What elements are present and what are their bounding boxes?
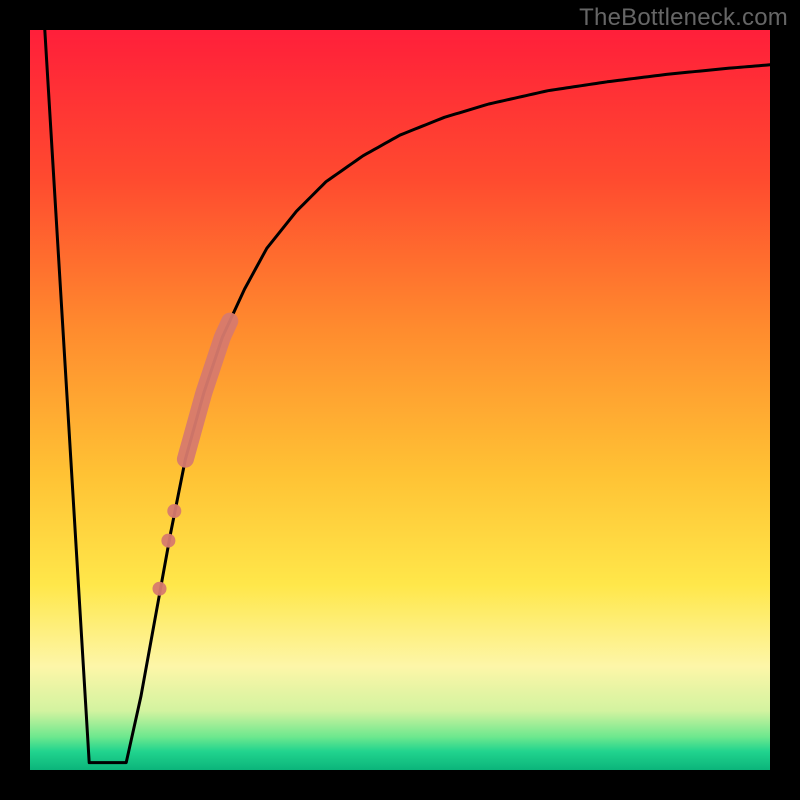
sparse-dot — [153, 582, 167, 596]
watermark-text: TheBottleneck.com — [579, 4, 788, 32]
sparse-dot — [161, 534, 175, 548]
heat-gradient-area — [30, 30, 770, 770]
chart-frame: TheBottleneck.com — [0, 0, 800, 800]
sparse-dot — [167, 504, 181, 518]
chart-canvas — [0, 0, 800, 800]
